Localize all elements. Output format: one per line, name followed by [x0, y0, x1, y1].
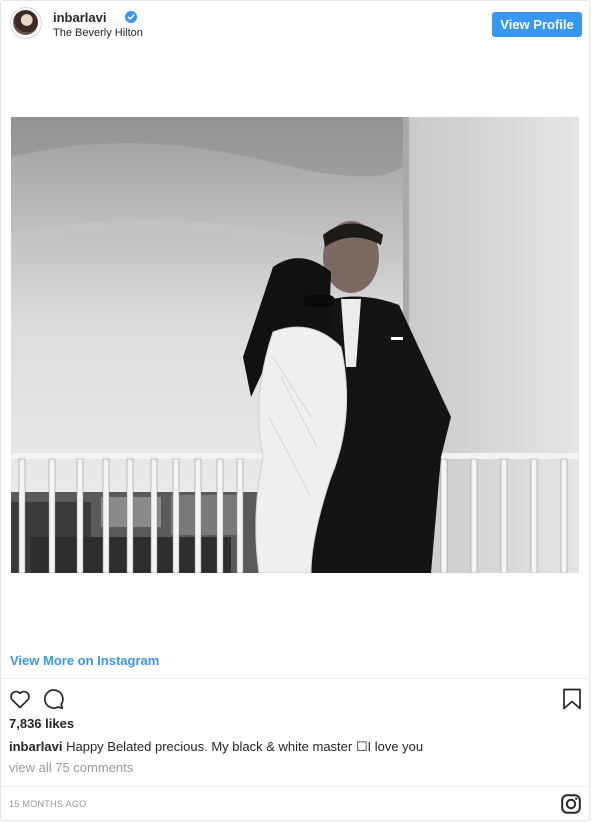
post-photo[interactable] [11, 117, 579, 573]
post-header: inbarlavi The Beverly Hilton View Profil… [1, 1, 589, 49]
view-all-comments-link[interactable]: view all 75 comments [9, 760, 133, 775]
post-photo-image [11, 117, 579, 573]
post-timestamp: 15 MONTHS AGO [9, 799, 87, 809]
avatar-image [13, 10, 38, 35]
view-profile-button[interactable]: View Profile [492, 12, 582, 37]
caption-text: Happy Belated precious. My black & white… [66, 739, 424, 754]
caption-username[interactable]: inbarlavi [9, 739, 62, 754]
divider [1, 786, 589, 787]
comment-icon[interactable] [41, 687, 65, 711]
verified-badge-icon [125, 11, 137, 23]
instagram-embed-card: inbarlavi The Beverly Hilton View Profil… [0, 0, 590, 821]
view-more-on-instagram-link[interactable]: View More on Instagram [10, 653, 159, 668]
location-link[interactable]: The Beverly Hilton [53, 27, 143, 39]
heart-icon[interactable] [8, 687, 32, 711]
caption: inbarlavi Happy Belated precious. My bla… [9, 739, 584, 755]
instagram-logo-icon[interactable] [561, 794, 581, 814]
divider [1, 678, 589, 679]
avatar[interactable] [10, 7, 42, 39]
likes-count[interactable]: 7,836 likes [9, 716, 74, 731]
bookmark-icon[interactable] [560, 687, 584, 711]
username[interactable]: inbarlavi [53, 10, 106, 25]
